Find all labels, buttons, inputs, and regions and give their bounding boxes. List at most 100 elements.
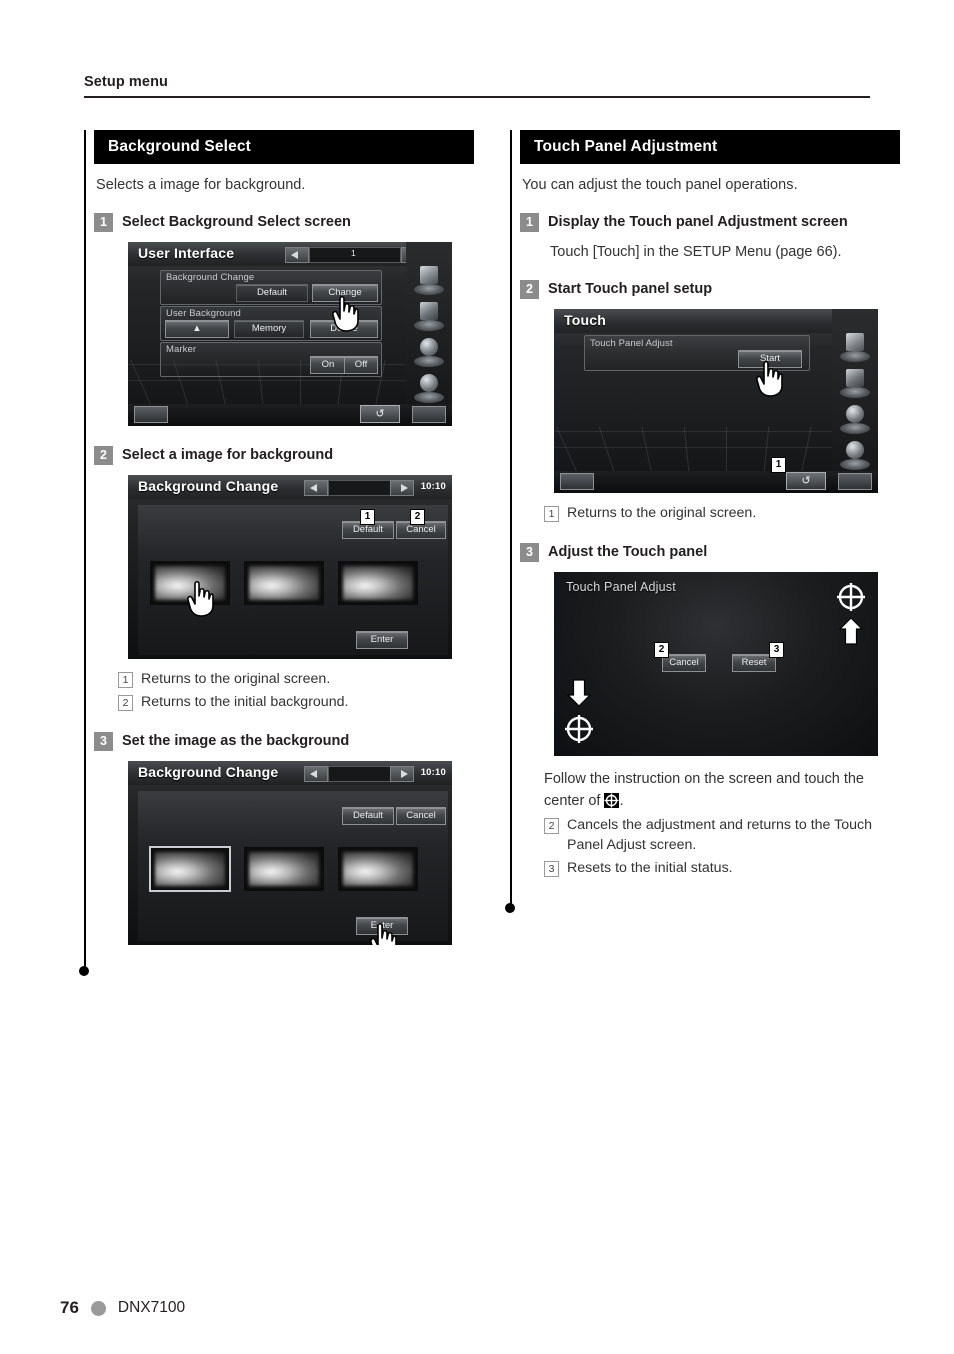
step-3-touch: 3 Adjust the Touch panel (520, 543, 900, 562)
screen-title: Background Change (138, 478, 279, 494)
right-column: Touch Panel Adjustment You can adjust th… (520, 130, 900, 878)
sidebar-icon-setup[interactable] (412, 300, 446, 332)
screen-clock: 10:10 (420, 767, 446, 778)
right-reference-list-adjust: 2 Cancels the adjustment and returns to … (544, 815, 900, 878)
reference-number: 1 (544, 506, 559, 522)
crosshair-target-icon (564, 714, 594, 744)
arrow-down-icon (566, 678, 592, 708)
panel-label-marker: Marker (166, 344, 197, 355)
step-1-touch: 1 Display the Touch panel Adjustment scr… (520, 213, 900, 232)
background-thumbnail-list (149, 846, 418, 892)
screen-title: Background Change (138, 764, 279, 780)
page-footer: 76 DNX7100 (60, 1298, 185, 1318)
button-memory[interactable]: Memory (234, 320, 304, 338)
screen-title: Touch Panel Adjust (566, 580, 676, 594)
crosshair-target-icon (604, 793, 620, 808)
reference-number: 3 (544, 861, 559, 877)
volume-down-button[interactable] (560, 473, 594, 490)
step-number-badge: 2 (94, 446, 113, 465)
sidebar-icon-source[interactable] (412, 264, 446, 296)
volume-down-button[interactable] (134, 406, 168, 423)
volume-up-button[interactable] (838, 473, 872, 490)
next-page-arrow[interactable] (390, 480, 414, 496)
step-number-badge: 1 (94, 213, 113, 232)
button-cancel[interactable]: Cancel (396, 807, 446, 825)
perspective-floor-grid (554, 427, 832, 471)
sidebar-icon-audio[interactable] (838, 403, 872, 435)
callout-2: 2 (654, 642, 669, 658)
footer-dot-icon (90, 1300, 106, 1316)
arrow-up-icon (838, 616, 864, 646)
step-3-background: 3 Set the image as the background (94, 732, 474, 751)
step-1-detail: Touch [Touch] in the SETUP Menu (page 66… (550, 244, 842, 260)
background-thumbnail[interactable] (244, 847, 324, 891)
hand-pointer-icon (330, 294, 360, 332)
adjust-instruction-part-b: . (619, 793, 624, 809)
reference-text: Cancels the adjustment and returns to th… (567, 817, 872, 853)
step-2-touch: 2 Start Touch panel setup (520, 280, 900, 299)
screen-sidebar (832, 309, 878, 493)
step-1-background: 1 Select Background Select screen (94, 213, 474, 232)
sidebar-icon-function[interactable] (838, 439, 872, 471)
step-label: Display the Touch panel Adjustment scree… (548, 214, 848, 230)
reference-number: 2 (544, 818, 559, 834)
reference-text: Resets to the initial status. (567, 860, 733, 876)
screen-bottom-bar (554, 471, 878, 493)
step-number-badge: 2 (520, 280, 539, 299)
step-label: Adjust the Touch panel (548, 544, 708, 560)
background-thumbnail[interactable] (338, 847, 418, 891)
background-thumbnail-selected[interactable] (149, 846, 231, 892)
callout-1: 1 (360, 509, 375, 525)
background-thumbnail[interactable] (244, 561, 324, 605)
step-label: Select Background Select screen (122, 214, 351, 230)
button-marker-on[interactable]: On (310, 356, 346, 374)
callout-1: 1 (771, 457, 786, 473)
left-intro-text: Selects a image for background. (96, 177, 306, 193)
screen-bottom-bar (128, 404, 452, 426)
running-head: Setup menu (84, 74, 168, 90)
sidebar-icon-audio[interactable] (412, 336, 446, 368)
step-label: Select a image for background (122, 447, 334, 463)
prev-page-arrow[interactable] (285, 247, 309, 263)
screen-title: User Interface (138, 245, 235, 261)
panel-label-user-background: User Background (166, 308, 241, 319)
return-button[interactable]: ↺ (360, 405, 400, 423)
screenshot-background-change-set: Background Change 10:10 Default Cancel E… (128, 761, 452, 945)
left-column-margin-line (84, 130, 86, 968)
sidebar-icon-function[interactable] (412, 372, 446, 404)
sidebar-icon-setup[interactable] (838, 367, 872, 399)
section-title-background-select: Background Select (94, 130, 474, 164)
screen-clock: 10:10 (420, 481, 446, 492)
volume-up-button[interactable] (412, 406, 446, 423)
return-button[interactable]: ↺ (786, 472, 826, 490)
right-reference-list-touch: 1 Returns to the original screen. (544, 503, 900, 523)
hand-pointer-icon (368, 921, 398, 945)
next-page-arrow[interactable] (390, 766, 414, 782)
model-name: DNX7100 (117, 1299, 186, 1316)
prev-page-arrow[interactable] (304, 480, 328, 496)
manual-page: Setup menu Background Select Selects a i… (0, 0, 954, 1354)
prev-page-arrow[interactable] (304, 766, 328, 782)
reference-item: 2 Returns to the initial background. (118, 692, 474, 712)
screenshot-background-change-select: Background Change 10:10 1 2 Default Canc… (128, 475, 452, 659)
button-marker-off[interactable]: Off (344, 356, 378, 374)
background-thumbnail[interactable] (338, 561, 418, 605)
button-default[interactable]: Default (342, 807, 394, 825)
step-number-badge: 3 (94, 732, 113, 751)
hand-pointer-icon (185, 579, 215, 617)
page-number: 76 (60, 1298, 79, 1317)
step-label: Start Touch panel setup (548, 281, 713, 297)
button-default[interactable]: Default (236, 284, 308, 302)
right-intro-text: You can adjust the touch panel operation… (522, 177, 798, 193)
screen-canvas (554, 572, 878, 756)
sidebar-icon-source[interactable] (838, 331, 872, 363)
reference-text: Returns to the original screen. (141, 671, 331, 687)
left-reference-list: 1 Returns to the original screen. 2 Retu… (118, 669, 474, 712)
button-enter[interactable]: Enter (356, 631, 408, 649)
button-eject[interactable]: ▲ (165, 320, 229, 338)
right-column-margin-line (510, 130, 512, 905)
screenshot-touch-panel-adjust: Touch Panel Adjust 2 Cancel 3 Reset (554, 572, 878, 756)
crosshair-target-icon (836, 582, 866, 612)
step-number-badge: 3 (520, 543, 539, 562)
reference-item: 1 Returns to the original screen. (544, 503, 900, 523)
